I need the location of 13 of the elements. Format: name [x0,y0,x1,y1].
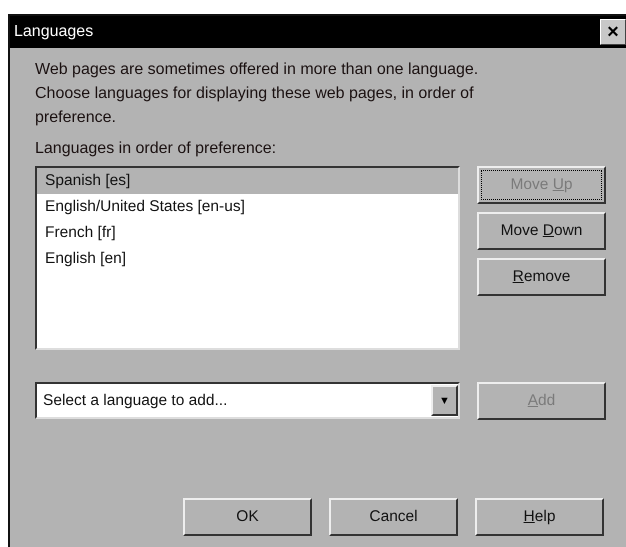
dialog-button[interactable]: OK [183,498,312,536]
language-item[interactable]: Spanish [es] [37,168,458,194]
language-dropdown[interactable]: Select a language to add... ▼ [35,382,460,419]
list-action-button[interactable]: Remove [477,258,606,296]
dialog-button[interactable]: Cancel [329,498,458,536]
dropdown-arrow-button[interactable]: ▼ [431,385,458,416]
close-button[interactable]: × [600,19,626,45]
list-label: Languages in order of preference: [35,140,278,158]
list-action-button[interactable]: Move Down [477,212,606,250]
intro-text: Web pages are sometimes offered in more than one language. Choose languages for displaying these web pages, in order of preference. [35,60,480,128]
dropdown-value: Select a language to add... [42,392,228,410]
window-title: Languages [14,23,94,41]
dialog-button[interactable]: Help [475,498,604,536]
